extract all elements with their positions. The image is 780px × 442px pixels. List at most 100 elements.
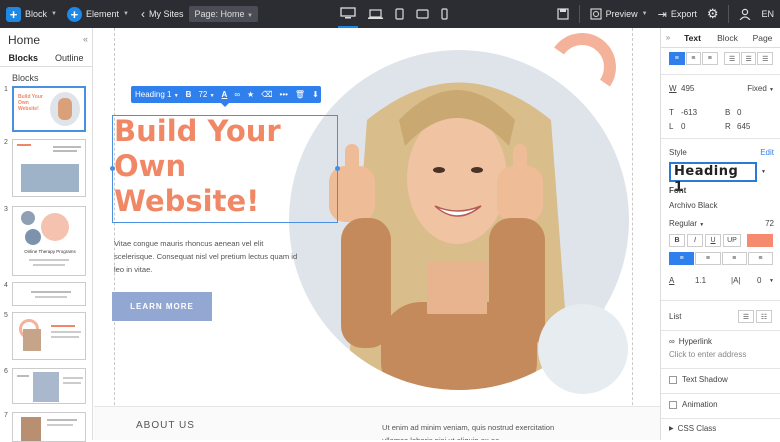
right-value[interactable]: 645: [737, 122, 750, 131]
top-value[interactable]: -613: [681, 108, 725, 117]
tab-block[interactable]: Block: [710, 33, 745, 43]
preview-label: Preview: [605, 9, 638, 19]
width-value[interactable]: 495: [681, 84, 721, 93]
about-title[interactable]: ABOUT US: [136, 420, 195, 431]
thumb-text-line: [17, 375, 29, 377]
right-tools: Preview ▼ ⇥ Export ⚙ EN: [557, 0, 774, 28]
numbered-list-icon[interactable]: ☷: [756, 310, 772, 323]
align-bottom-position-icon[interactable]: ☰: [757, 52, 773, 65]
learn-more-button[interactable]: LEARN MORE: [112, 292, 212, 321]
caret-down-icon[interactable]: ▼: [761, 169, 766, 175]
line-height-value[interactable]: 1.1: [695, 276, 731, 285]
align-right-position-icon[interactable]: ≡: [702, 52, 718, 65]
export-button[interactable]: ⇥ Export: [658, 8, 697, 21]
resize-handle[interactable]: [335, 166, 340, 171]
sizing-mode-dropdown[interactable]: Fixed ▼: [747, 84, 774, 93]
my-sites-link[interactable]: ‹ My Sites: [141, 7, 184, 21]
tab-text[interactable]: Text: [675, 33, 710, 43]
hyperlink-address-input[interactable]: Click to enter address: [669, 350, 774, 359]
letter-spacing-value[interactable]: 0: [757, 276, 761, 285]
css-class-section[interactable]: ▶ CSS Class: [669, 424, 774, 433]
resize-handle[interactable]: [110, 166, 115, 171]
collapse-icon[interactable]: «: [83, 34, 88, 44]
block-thumb-5[interactable]: 5: [4, 312, 88, 360]
laptop-view-button[interactable]: [366, 0, 385, 28]
divider: [661, 300, 780, 301]
thumb-number: 5: [4, 312, 8, 319]
block-thumb-2[interactable]: 2: [4, 139, 88, 197]
tablet-view-button[interactable]: [393, 0, 406, 28]
font-family-select[interactable]: Archivo Black: [669, 201, 774, 210]
link-icon[interactable]: ∞: [234, 90, 240, 99]
text-align-left-icon[interactable]: ≡: [669, 252, 695, 265]
eraser-icon[interactable]: ⌫: [261, 90, 272, 99]
text-style-dropdown[interactable]: Heading 1 ▼: [135, 90, 179, 99]
align-left-position-icon[interactable]: ≡: [669, 52, 685, 65]
page-selector[interactable]: Page: Home ▼: [189, 6, 258, 22]
save-button[interactable]: [557, 8, 569, 20]
move-down-icon[interactable]: ⬇: [312, 90, 319, 99]
text-align-right-icon[interactable]: ≡: [721, 252, 747, 265]
checkbox[interactable]: [669, 400, 677, 409]
style-select[interactable]: Heading 1: [669, 162, 757, 195]
text-align-center-icon[interactable]: ≡: [695, 252, 721, 265]
tab-outline[interactable]: Outline: [55, 53, 84, 63]
list-label: List: [669, 312, 682, 321]
thumb-photo: [21, 417, 41, 441]
font-weight-dropdown[interactable]: Regular ▼: [669, 219, 704, 228]
desktop-view-button[interactable]: [338, 0, 358, 28]
block-thumb-4[interactable]: 4: [4, 282, 88, 306]
delete-icon[interactable]: 🗑: [295, 90, 305, 99]
text-color-icon[interactable]: A: [222, 90, 228, 99]
add-block-button[interactable]: + Block ▼: [6, 6, 57, 22]
align-center-position-icon[interactable]: ≡: [685, 52, 702, 65]
left-value[interactable]: 0: [681, 122, 725, 131]
block-thumb-7[interactable]: 7: [4, 412, 88, 442]
align-middle-position-icon[interactable]: ☰: [740, 52, 757, 65]
user-account-button[interactable]: [739, 8, 751, 20]
width-row: W 495 Fixed ▼: [669, 84, 774, 93]
underline-button[interactable]: U: [705, 234, 721, 247]
uppercase-button[interactable]: UP: [723, 234, 741, 247]
text-shadow-toggle[interactable]: Text Shadow: [669, 375, 774, 384]
checkbox[interactable]: [669, 375, 677, 384]
tab-blocks[interactable]: Blocks: [8, 53, 38, 63]
animation-label: Animation: [682, 400, 718, 409]
block-thumb-3[interactable]: 3 Online Therapy Programs: [4, 206, 88, 276]
font-size-value[interactable]: 72: [765, 219, 774, 228]
language-selector[interactable]: EN: [761, 9, 774, 19]
thumb-preview: Build Your Own Website!: [12, 86, 86, 132]
bold-button[interactable]: B: [669, 234, 685, 247]
divider: [578, 5, 580, 23]
caret-down-icon: ▼: [123, 11, 129, 17]
tablet-landscape-view-button[interactable]: [414, 0, 431, 28]
hyperlink-row: ∞ Hyperlink: [669, 337, 774, 346]
hero-body-text[interactable]: Vitae congue mauris rhoncus aenean vel e…: [114, 237, 304, 276]
more-icon[interactable]: •••: [280, 90, 288, 99]
text-color-swatch[interactable]: [747, 234, 773, 247]
add-element-button[interactable]: + Element ▼: [66, 6, 129, 22]
gear-icon[interactable]: ⚙: [707, 6, 719, 22]
bullet-list-icon[interactable]: ☰: [738, 310, 754, 323]
expand-icon[interactable]: »: [661, 33, 675, 42]
about-text[interactable]: Ut enim ad minim veniam, quis nostrud ex…: [382, 421, 572, 440]
bottom-value[interactable]: 0: [737, 108, 741, 117]
style-edit-link[interactable]: Edit: [760, 148, 774, 157]
star-icon[interactable]: ★: [247, 90, 254, 99]
caret-down-icon[interactable]: ▼: [769, 278, 774, 284]
animation-toggle[interactable]: Animation: [669, 400, 774, 409]
block-thumb-6[interactable]: 6: [4, 368, 88, 404]
mobile-view-button[interactable]: [439, 0, 450, 28]
thumb-text: Build Your Own Website!: [18, 94, 43, 112]
bold-icon[interactable]: B: [186, 90, 192, 99]
align-top-position-icon[interactable]: ☰: [724, 52, 740, 65]
preview-button[interactable]: Preview ▼: [590, 8, 648, 20]
text-align-justify-icon[interactable]: ≡: [747, 252, 773, 265]
thumb-text-line: [35, 296, 67, 298]
block-thumb-1[interactable]: 1 Build Your Own Website!: [4, 86, 88, 132]
italic-button[interactable]: I: [687, 234, 703, 247]
editor-canvas[interactable]: Heading 1 ▼ B 72 ▼ A ∞ ★ ⌫ ••• 🗑 ⬇ Build…: [94, 28, 660, 440]
selection-box: [110, 115, 340, 223]
tab-page[interactable]: Page: [745, 33, 780, 43]
font-size-dropdown[interactable]: 72 ▼: [198, 90, 214, 99]
